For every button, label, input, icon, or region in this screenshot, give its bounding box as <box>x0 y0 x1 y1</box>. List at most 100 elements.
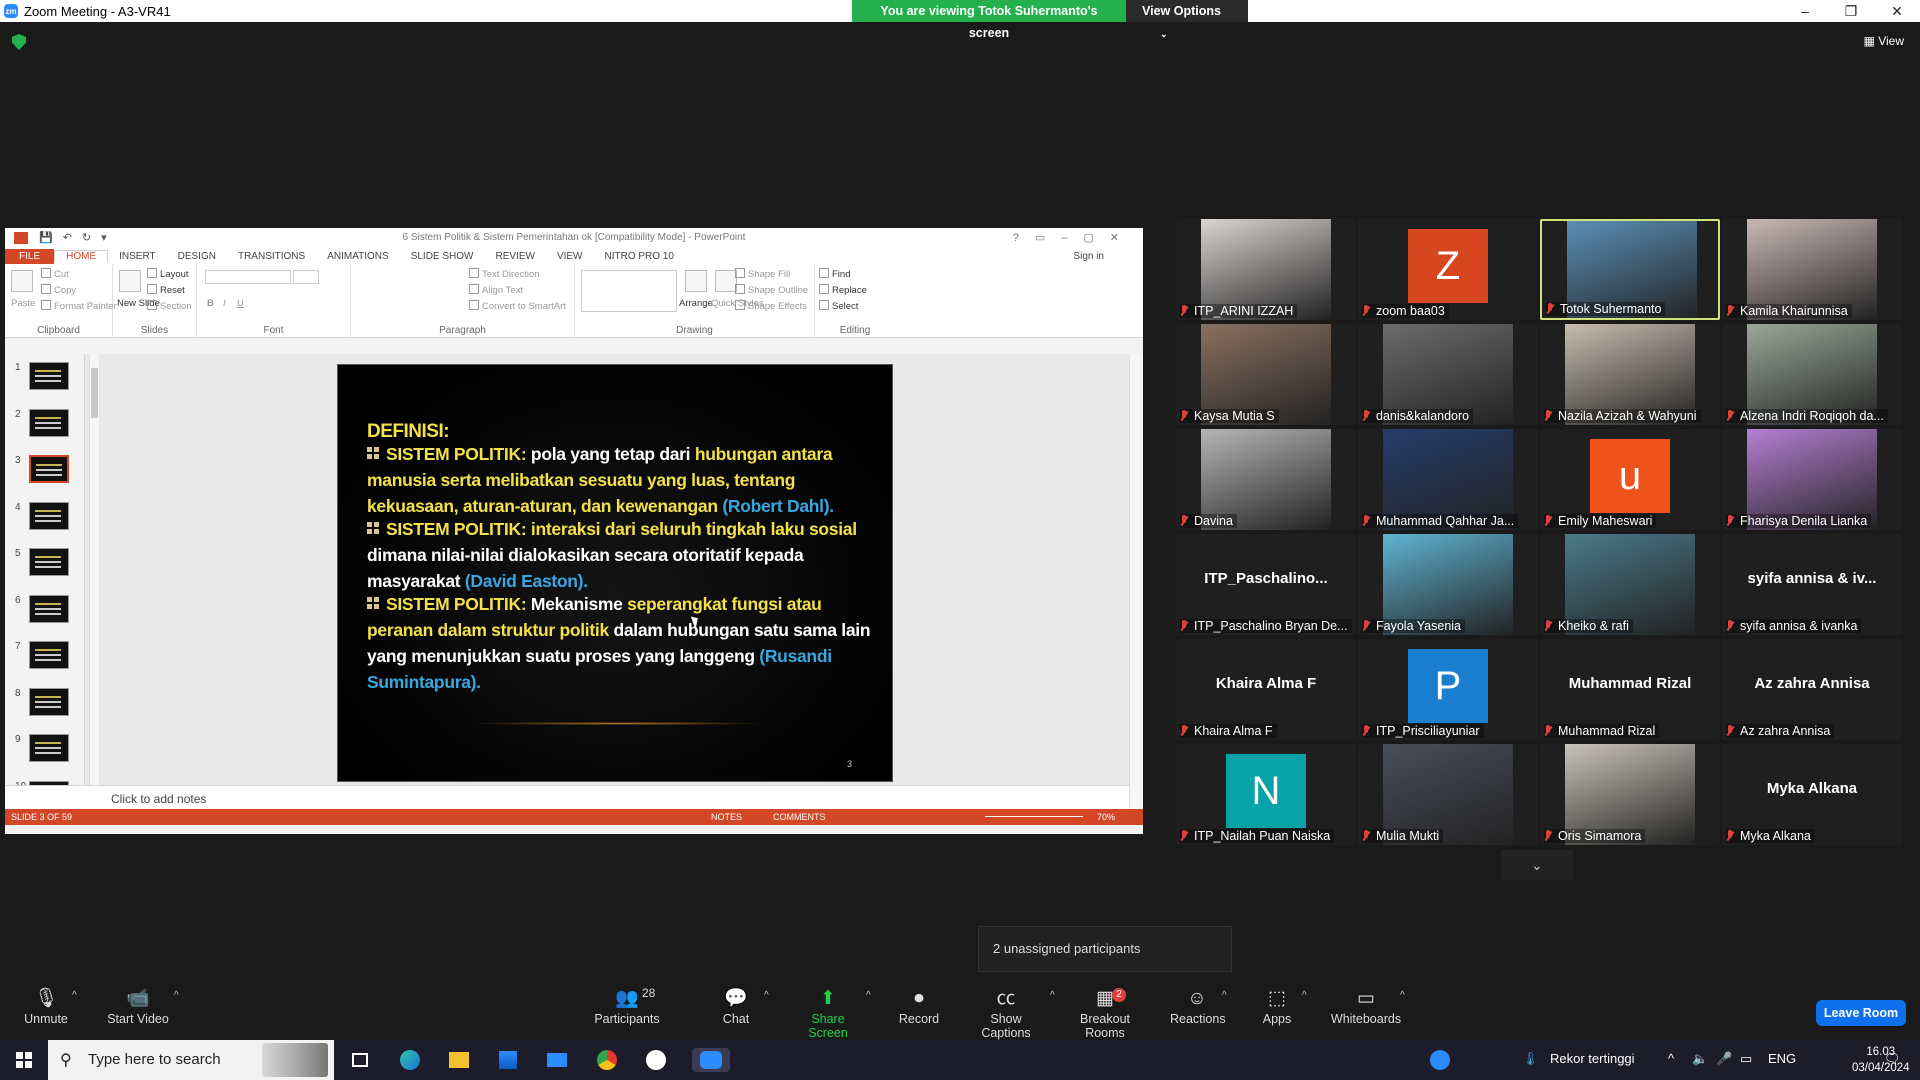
participant-tile[interactable]: Kamila Khairunnisa <box>1722 219 1902 320</box>
font-name-select[interactable] <box>205 270 291 284</box>
select-button[interactable]: Select <box>819 300 858 312</box>
participants-button[interactable]: 👥 28 Participants <box>592 986 662 1026</box>
share-options-caret-icon[interactable]: ^ <box>866 990 871 1001</box>
reactions-button[interactable]: ☺ Reactions ^ <box>1170 986 1227 1026</box>
edge-browser-icon[interactable] <box>398 1048 422 1072</box>
italic-button[interactable]: I <box>223 298 226 309</box>
breakout-rooms-button[interactable]: ▦ 2 Breakout Rooms <box>1060 986 1150 1040</box>
record-button[interactable]: ⏺ Record <box>896 986 942 1026</box>
chat-button[interactable]: 💬 Chat ^ <box>716 986 769 1026</box>
tab-file[interactable]: FILE <box>5 248 55 264</box>
tab-insert[interactable]: INSERT <box>108 251 167 262</box>
replace-button[interactable]: Replace <box>819 284 867 296</box>
weather-text[interactable]: Rekor tertinggi <box>1550 1051 1635 1066</box>
slide-thumbnail[interactable]: 9 <box>11 734 77 764</box>
align-text-button[interactable]: Align Text <box>469 284 523 296</box>
view-options-button[interactable]: View Options ⌄ <box>1126 0 1248 39</box>
microsoft-store-icon[interactable] <box>496 1048 520 1072</box>
participant-tile[interactable]: Kheiko & rafi <box>1540 534 1720 635</box>
shapes-gallery[interactable] <box>581 270 677 312</box>
taskbar-search[interactable]: ⚲ Type here to search <box>48 1040 334 1080</box>
participant-tile[interactable]: P ITP_Prisciliayuniar <box>1358 639 1538 740</box>
participant-tile[interactable]: Muhammad Qahhar Ja... <box>1358 429 1538 530</box>
notifications-icon[interactable]: 🗨 <box>1884 1051 1901 1067</box>
apps-options-caret-icon[interactable]: ^ <box>1302 990 1307 1001</box>
whiteboard-options-caret-icon[interactable]: ^ <box>1400 990 1405 1001</box>
participant-tile[interactable]: ITP_Paschalino... ITP_Paschalino Bryan De… <box>1176 534 1356 635</box>
participant-tile[interactable]: N ITP_Nailah Puan Naiska <box>1176 744 1356 845</box>
shape-fill-button[interactable]: Shape Fill <box>735 268 790 280</box>
notes-pane[interactable]: Click to add notes <box>5 785 1129 809</box>
tab-design[interactable]: DESIGN <box>167 251 227 262</box>
microphone-icon[interactable]: 🎤 <box>1716 1051 1732 1067</box>
tab-home[interactable]: HOME <box>54 250 109 262</box>
gallery-next-page-button[interactable]: ⌄ <box>1501 850 1573 880</box>
apps-button[interactable]: ⬚ Apps ^ <box>1260 986 1307 1026</box>
arrange-button[interactable]: Arrange <box>679 298 713 309</box>
zoom-level[interactable]: 70% <box>1097 809 1115 825</box>
cut-button[interactable]: Cut <box>41 268 69 280</box>
slide-thumbnail[interactable]: 5 <box>11 548 77 578</box>
participant-tile[interactable]: Totok Suhermanto <box>1540 219 1720 320</box>
tab-animations[interactable]: ANIMATIONS <box>316 251 399 262</box>
participant-tile[interactable]: Davina <box>1176 429 1356 530</box>
participant-tile[interactable]: Kaysa Mutia S <box>1176 324 1356 425</box>
tab-transitions[interactable]: TRANSITIONS <box>227 251 316 262</box>
participant-tile[interactable]: Fayola Yasenia <box>1358 534 1538 635</box>
file-explorer-icon[interactable] <box>447 1048 471 1072</box>
bold-button[interactable]: B <box>207 298 214 309</box>
format-painter-button[interactable]: Format Painter <box>41 300 117 312</box>
chrome-icon[interactable] <box>595 1048 619 1072</box>
volume-icon[interactable]: 🔈 <box>1692 1051 1708 1067</box>
section-button[interactable]: Section <box>147 300 192 312</box>
participant-tile[interactable]: u Emily Maheswari <box>1540 429 1720 530</box>
slide-thumbnail[interactable]: 2 <box>11 408 77 439</box>
participant-tile[interactable]: syifa annisa & iv... syifa annisa & ivank… <box>1722 534 1902 635</box>
participant-tile[interactable]: Myka Alkana Myka Alkana <box>1722 744 1902 845</box>
network-icon[interactable]: ▭ <box>1740 1051 1752 1067</box>
participant-tile[interactable]: ITP_ARINI IZZAH <box>1176 219 1356 320</box>
notes-button[interactable]: NOTES <box>711 809 742 825</box>
participant-tile[interactable]: Fharisya Denila Lianka <box>1722 429 1902 530</box>
language-indicator[interactable]: ENG <box>1768 1051 1796 1066</box>
tab-nitro[interactable]: NITRO PRO 10 <box>594 251 685 262</box>
participant-tile[interactable]: Mulia Mukti <box>1358 744 1538 845</box>
thumbnail-scrollbar[interactable] <box>89 354 99 809</box>
thumbnail-scrollbar-knob[interactable] <box>91 368 98 418</box>
task-view-icon[interactable] <box>348 1048 372 1072</box>
share-screen-button[interactable]: ⬆ Share Screen ^ <box>790 986 871 1040</box>
close-button[interactable]: ✕ <box>1874 0 1920 22</box>
minimize-button[interactable]: – <box>1782 0 1828 22</box>
find-button[interactable]: Find <box>819 268 850 280</box>
participant-tile[interactable]: Nazila Azizah & Wahyuni <box>1540 324 1720 425</box>
whiteboards-button[interactable]: ▭ Whiteboards ^ <box>1330 986 1405 1026</box>
tab-view[interactable]: VIEW <box>546 251 594 262</box>
participant-tile[interactable]: Oris Simamora <box>1540 744 1720 845</box>
layout-button[interactable]: Layout <box>147 268 189 280</box>
shape-effects-button[interactable]: Shape Effects <box>735 300 807 312</box>
convert-smartart-button[interactable]: Convert to SmartArt <box>469 300 566 312</box>
comments-button[interactable]: COMMENTS <box>773 809 826 825</box>
taskbar-clock[interactable]: 16.03 03/04/2024 <box>1852 1044 1910 1076</box>
help-icon[interactable] <box>1428 1048 1452 1072</box>
maximize-button[interactable]: ❐ <box>1828 0 1874 22</box>
unmute-button[interactable]: 🎙 Unmute ^ <box>20 986 77 1026</box>
chat-options-caret-icon[interactable]: ^ <box>764 990 769 1001</box>
slide-thumbnail[interactable]: 1 <box>11 362 77 392</box>
start-video-button[interactable]: 📹 Start Video ^ <box>104 986 179 1026</box>
underline-button[interactable]: U <box>237 298 244 309</box>
participant-tile[interactable]: Khaira Alma F Khaira Alma F <box>1176 639 1356 740</box>
reset-button[interactable]: Reset <box>147 284 185 296</box>
encryption-shield-icon[interactable] <box>12 34 26 50</box>
zoom-taskbar-icon[interactable] <box>692 1048 730 1072</box>
slide-thumbnail[interactable]: 8 <box>11 687 77 718</box>
paste-button[interactable]: Paste <box>11 298 35 309</box>
copy-button[interactable]: Copy <box>41 284 76 296</box>
mail-icon[interactable] <box>545 1048 569 1072</box>
slide-thumbnail[interactable]: 6 <box>11 594 77 625</box>
slide-thumbnail[interactable]: 7 <box>11 641 77 671</box>
tray-chevron-icon[interactable]: ^ <box>1668 1051 1674 1066</box>
slide-thumbnail[interactable]: 4 <box>11 501 77 532</box>
view-button[interactable]: ▦ View <box>1864 34 1904 48</box>
font-size-select[interactable] <box>293 270 319 284</box>
